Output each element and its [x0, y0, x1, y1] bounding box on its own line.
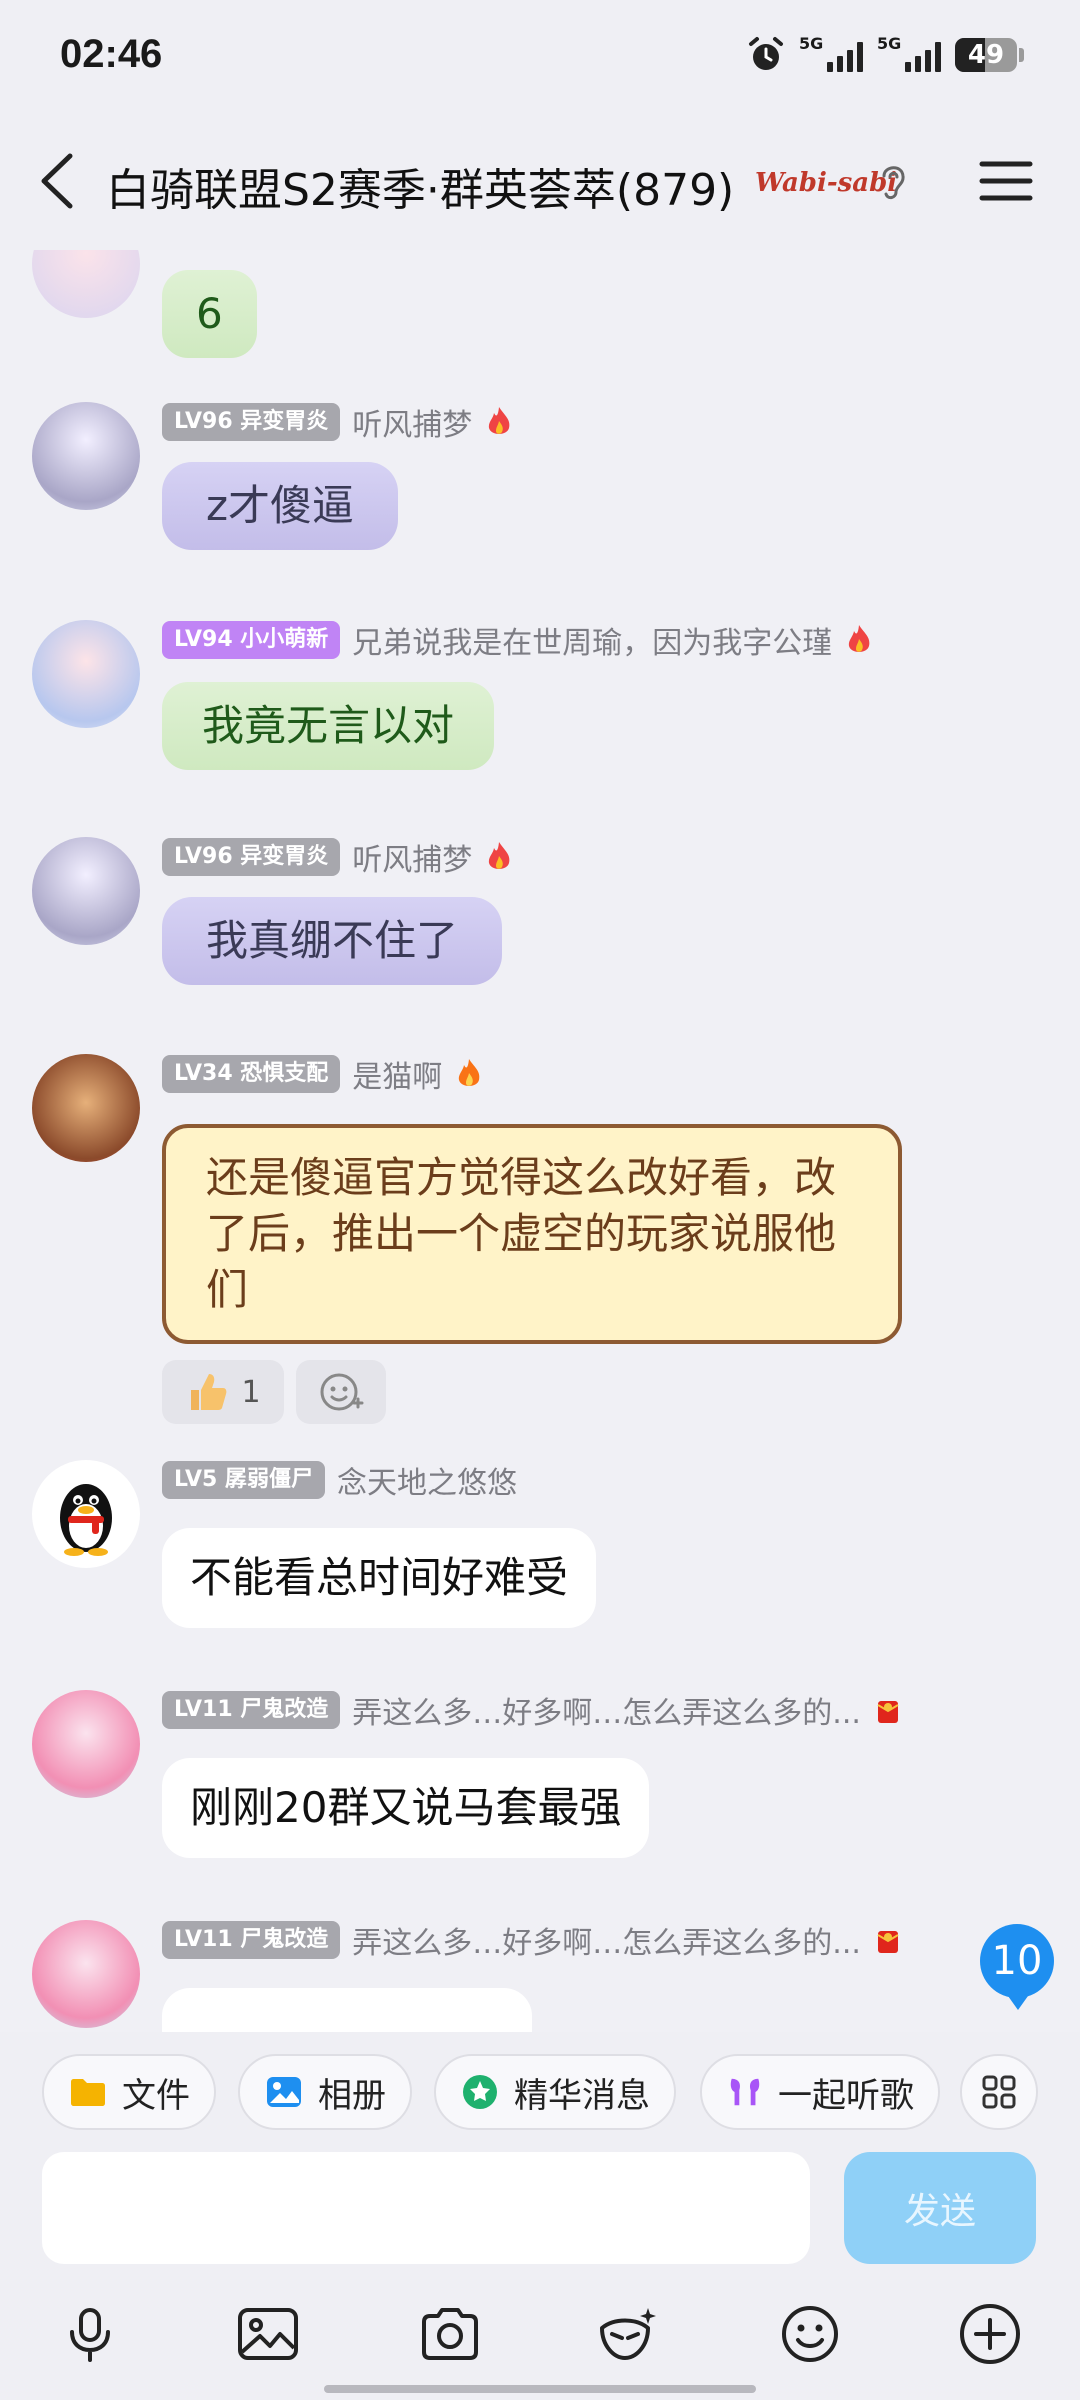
red-envelope-icon [877, 1701, 899, 1723]
more-apps-button[interactable] [960, 2054, 1038, 2130]
alarm-icon [749, 37, 783, 70]
earbuds-icon [730, 2078, 760, 2106]
flame-icon [489, 842, 510, 869]
level-badge: LV94 小小萌新 [162, 621, 341, 659]
avatar[interactable] [32, 620, 140, 728]
avatar[interactable] [32, 1690, 140, 1798]
sender-name[interactable]: 是猫啊 [352, 1052, 442, 1096]
reaction-count: 1 [241, 1374, 261, 1410]
level-badge: LV11 尸鬼改造 [162, 1921, 341, 1959]
network-type-2: 5G [877, 34, 902, 53]
camera-icon [422, 2308, 478, 2360]
flame-icon [459, 1059, 480, 1086]
message-meta: LV11 尸鬼改造 弄这么多…好多啊…怎么弄这么多的... [162, 1918, 903, 1962]
message-bubble[interactable]: z才傻逼 [162, 462, 399, 550]
add-reaction-icon [320, 1373, 364, 1411]
message-list[interactable]: 6 LV96 异变胃炎 听风捕梦 z才傻逼 LV94 小小萌新 兄弟说我是在世周… [0, 250, 1080, 2032]
sender-name[interactable]: 听风捕梦 [352, 835, 472, 879]
star-chat-icon [463, 2075, 497, 2109]
message-meta: LV5 孱弱僵尸 念天地之悠悠 [162, 1458, 517, 1502]
message-meta: LV96 异变胃炎 听风捕梦 [162, 400, 514, 444]
avatar[interactable] [32, 1920, 140, 2028]
voice-button[interactable] [54, 2298, 126, 2370]
shortcut-bar: 文件 相册 精华消息 一起听歌 [0, 2032, 1080, 2152]
menu-icon[interactable] [978, 158, 1034, 204]
message-bubble[interactable]: 刚刚20群又说马套最强 [162, 1758, 650, 1858]
level-badge: LV5 孱弱僵尸 [162, 1461, 325, 1499]
smiley-icon [782, 2306, 838, 2362]
thumbs-up-icon [191, 1374, 227, 1410]
message-bubble[interactable]: 6 [162, 270, 257, 358]
add-reaction-button[interactable] [296, 1360, 386, 1424]
avatar[interactable] [32, 837, 140, 945]
image-icon [238, 2308, 298, 2360]
sender-name[interactable]: 兄弟说我是在世周瑜，因为我字公瑾 [352, 618, 832, 662]
avatar[interactable] [32, 402, 140, 510]
avatar[interactable] [32, 1054, 140, 1162]
battery-tip [1019, 48, 1024, 62]
message-bubble[interactable]: 我竟无言以对 [162, 682, 495, 770]
chat-header: 白骑联盟S2赛季·群英荟萃(879) Wabi-sabi [0, 110, 1080, 250]
status-time: 02:46 [60, 32, 163, 76]
image-icon [267, 2077, 301, 2107]
message-bubble[interactable]: 还是傻逼官方觉得这么改好看，改了后，推出一个虚空的玩家说服他们 [162, 1124, 902, 1344]
unread-count-badge[interactable]: 10 [980, 1924, 1054, 2010]
level-badge: LV96 异变胃炎 [162, 838, 341, 876]
status-bar: 02:46 5G 5G 49 [0, 0, 1080, 110]
flame-icon [489, 407, 510, 434]
level-badge: LV96 异变胃炎 [162, 403, 341, 441]
message-meta: LV11 尸鬼改造 弄这么多…好多啊…怎么弄这么多的... [162, 1688, 903, 1732]
battery-level: 49 [967, 40, 1005, 70]
flame-icon [849, 625, 870, 652]
send-button[interactable]: 发送 [844, 2152, 1036, 2264]
ear-icon[interactable] [874, 160, 912, 204]
folder-icon [71, 2079, 105, 2106]
more-button[interactable] [954, 2298, 1026, 2370]
sticker-button[interactable] [592, 2298, 664, 2370]
status-icons: 5G 5G 49 [747, 34, 1024, 74]
essence-shortcut[interactable]: 精华消息 [434, 2054, 676, 2130]
signal-icon: 5G [877, 34, 941, 72]
mask-icon [600, 2308, 656, 2360]
level-badge: LV34 恐惧支配 [162, 1055, 341, 1093]
sender-name[interactable]: 弄这么多…好多啊…怎么弄这么多的... [352, 1918, 861, 1962]
message-input[interactable] [42, 2152, 810, 2264]
red-envelope-icon [877, 1931, 899, 1953]
signal-icon: 5G [799, 34, 863, 72]
sender-name[interactable]: 听风捕梦 [352, 400, 472, 444]
battery-icon: 49 [955, 38, 1017, 72]
gallery-button[interactable] [232, 2298, 304, 2370]
avatar[interactable] [32, 250, 140, 318]
microphone-icon [70, 2308, 110, 2362]
camera-button[interactable] [414, 2298, 486, 2370]
emoji-button[interactable] [774, 2298, 846, 2370]
message-meta: LV34 恐惧支配 是猫啊 [162, 1052, 484, 1096]
back-icon[interactable] [30, 148, 90, 214]
plus-circle-icon [960, 2304, 1020, 2364]
message-meta: LV94 小小萌新 兄弟说我是在世周瑜，因为我字公瑾 [162, 618, 874, 662]
penguin-icon [60, 1484, 112, 1556]
album-shortcut[interactable]: 相册 [238, 2054, 412, 2130]
message-meta: LV96 异变胃炎 听风捕梦 [162, 835, 514, 879]
sender-name[interactable]: 念天地之悠悠 [337, 1458, 517, 1502]
group-title[interactable]: 白骑联盟S2赛季·群英荟萃(879) [106, 154, 734, 218]
network-type-1: 5G [799, 34, 824, 53]
home-indicator[interactable] [324, 2385, 756, 2393]
listen-label: 一起听歌 [778, 2075, 914, 2116]
message-bubble[interactable]: 我真绷不住了 [162, 897, 503, 985]
reaction-thumbs-up[interactable]: 1 [162, 1360, 284, 1424]
level-badge: LV11 尸鬼改造 [162, 1691, 341, 1729]
file-shortcut[interactable]: 文件 [42, 2054, 216, 2130]
listen-together-shortcut[interactable]: 一起听歌 [700, 2054, 940, 2130]
file-label: 文件 [122, 2075, 190, 2116]
essence-label: 精华消息 [514, 2075, 650, 2116]
sender-name[interactable]: 弄这么多…好多啊…怎么弄这么多的... [352, 1688, 861, 1732]
message-bubble[interactable] [162, 1988, 532, 2032]
grid-icon [982, 2075, 1016, 2109]
message-bubble[interactable]: 不能看总时间好难受 [162, 1528, 597, 1628]
album-label: 相册 [318, 2075, 386, 2116]
avatar[interactable] [32, 1460, 140, 1568]
input-toolbar [0, 2282, 1080, 2400]
